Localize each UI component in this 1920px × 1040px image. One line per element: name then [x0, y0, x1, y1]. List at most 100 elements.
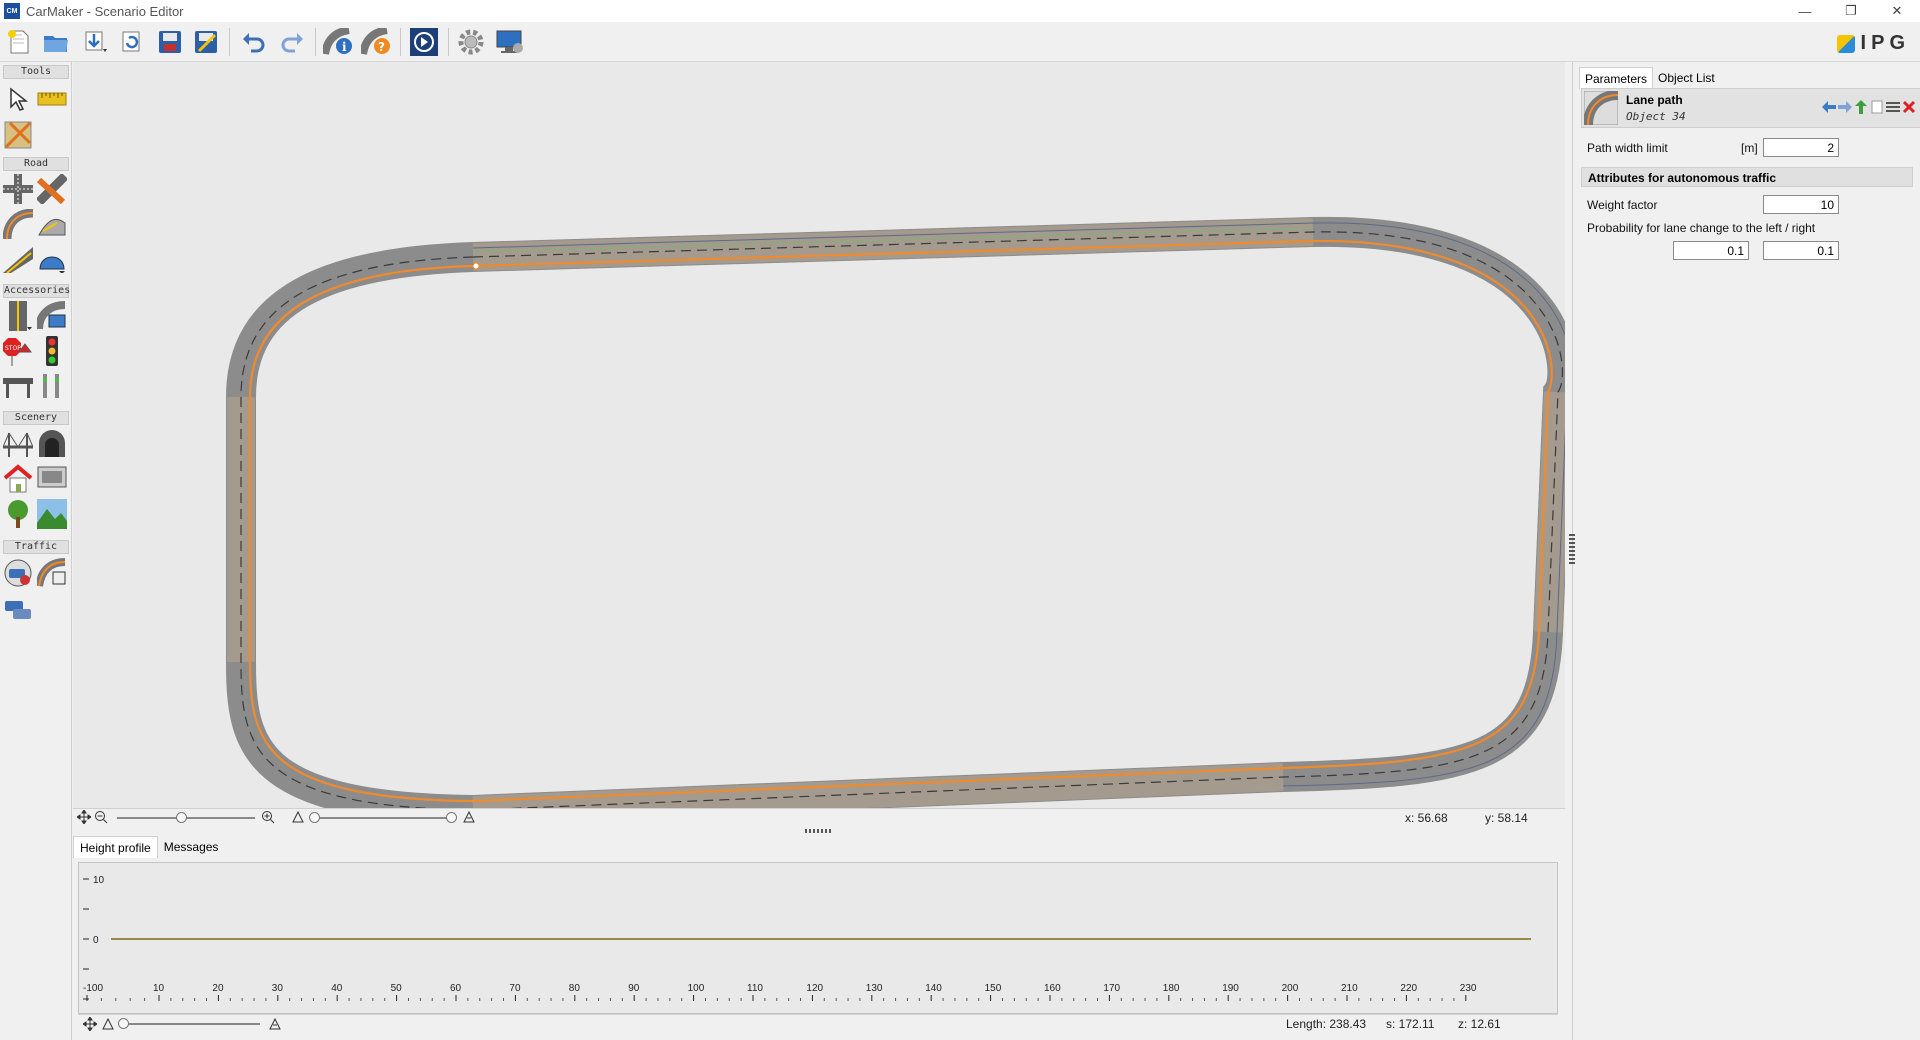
plot-scale-max-icon[interactable] [268, 1017, 282, 1034]
road-bump-icon[interactable] [36, 242, 68, 274]
lane-path-selected[interactable] [248, 239, 1553, 803]
restore-button[interactable]: ❐ [1828, 0, 1874, 22]
tab-parameters[interactable]: Parameters [1579, 67, 1654, 89]
tab-height-profile[interactable]: Height profile [73, 836, 158, 858]
billboard-icon[interactable] [36, 463, 68, 495]
display-settings-icon[interactable] [494, 27, 526, 57]
traffic-light-icon[interactable] [36, 335, 68, 367]
road-ramp-icon[interactable] [36, 208, 68, 240]
tilt-slider-knob-right[interactable] [446, 812, 457, 823]
tilt-min-icon[interactable] [291, 810, 305, 827]
panel-splitter-grip[interactable] [1569, 534, 1575, 564]
section-tools: Tools [3, 65, 69, 79]
road-info-icon[interactable]: i [322, 27, 354, 57]
weight-factor-input[interactable] [1763, 195, 1839, 214]
tilt-slider[interactable] [311, 817, 451, 819]
tab-object-list[interactable]: Object List [1653, 67, 1720, 89]
x-tick-label: 40 [331, 983, 343, 994]
tree-icon[interactable] [2, 498, 34, 530]
lane-path-thumbnail-icon [1583, 90, 1619, 126]
settings-gear-icon[interactable] [455, 27, 487, 57]
vehicle-group-icon[interactable] [2, 594, 34, 626]
lane-change-right-input[interactable] [1763, 241, 1839, 260]
zoom-slider-knob[interactable] [176, 812, 187, 823]
ruler-icon[interactable] [36, 83, 68, 115]
barrier-icon[interactable] [2, 369, 34, 401]
object-title: Lane path [1626, 93, 1683, 107]
plot-scale-slider[interactable] [120, 1023, 260, 1025]
traffic-sign-icon[interactable]: STOP [2, 335, 34, 367]
select-pointer-icon[interactable] [2, 83, 34, 115]
x-tick-label: 230 [1460, 983, 1477, 994]
road-marking-icon[interactable] [2, 300, 34, 332]
parent-object-arrow-icon[interactable] [1854, 99, 1868, 115]
road-segment-bottom[interactable] [472, 763, 1284, 808]
tunnel-icon[interactable] [36, 428, 68, 460]
prev-object-arrow-icon[interactable] [1822, 99, 1836, 115]
x-tick-label: 90 [628, 983, 640, 994]
path-width-unit: [m] [1741, 141, 1758, 155]
splitter-grip[interactable] [805, 829, 833, 833]
save-as-icon[interactable] [190, 27, 222, 57]
landscape-icon[interactable] [36, 498, 68, 530]
x-tick-label: 30 [272, 983, 284, 994]
bollard-icon[interactable] [36, 369, 68, 401]
zoom-in-icon[interactable] [261, 810, 275, 827]
delete-object-icon[interactable] [1902, 99, 1916, 115]
y-tick-label: 0 [93, 935, 99, 946]
road-network[interactable] [73, 62, 1565, 808]
save-icon[interactable] [154, 27, 186, 57]
road-crossing-icon[interactable] [36, 173, 68, 205]
house-icon[interactable] [2, 463, 34, 495]
zoom-out-icon[interactable] [94, 810, 108, 827]
road-lanes-icon[interactable] [2, 242, 34, 274]
window-title: CarMaker - Scenario Editor [26, 3, 184, 19]
map-icon[interactable] [2, 119, 34, 151]
bridge-icon[interactable] [2, 428, 34, 460]
road-curve-icon[interactable] [2, 208, 34, 240]
x-tick-label: 190 [1222, 983, 1239, 994]
new-file-icon[interactable] [3, 27, 35, 57]
pan-icon[interactable] [76, 809, 92, 827]
tab-messages[interactable]: Messages [158, 836, 225, 858]
profile-z: z: 12.61 [1458, 1017, 1501, 1031]
x-tick-label: 10 [153, 983, 165, 994]
open-folder-icon[interactable] [40, 27, 72, 57]
section-traffic: Traffic [3, 540, 69, 554]
play-icon[interactable] [408, 27, 440, 57]
lane-edge-outer [472, 222, 1565, 787]
redo-icon[interactable] [276, 27, 308, 57]
minimize-button[interactable]: — [1782, 0, 1828, 22]
x-tick-label: 170 [1103, 983, 1120, 994]
reload-icon[interactable] [116, 27, 148, 57]
junction-icon[interactable] [2, 173, 34, 205]
undo-icon[interactable] [238, 27, 270, 57]
route-icon[interactable] [36, 557, 68, 589]
path-width-input[interactable] [1763, 138, 1839, 157]
weight-factor-label: Weight factor [1587, 198, 1658, 212]
scenario-canvas[interactable] [73, 62, 1565, 808]
import-icon[interactable] [80, 27, 112, 57]
lane-path-start-marker[interactable] [472, 262, 480, 270]
x-tick-label: 110 [747, 983, 763, 994]
road-object-icon[interactable] [36, 300, 68, 332]
close-button[interactable]: ✕ [1874, 0, 1920, 22]
main-toolbar: i ? IPG [0, 22, 1920, 62]
plot-scale-knob[interactable] [118, 1018, 129, 1029]
plot-pan-icon[interactable] [82, 1016, 98, 1034]
menu-list-icon[interactable] [1886, 99, 1900, 115]
profile-s: s: 172.11 [1386, 1017, 1435, 1031]
road-surface[interactable] [226, 216, 1565, 808]
plot-scale-min-icon[interactable] [101, 1017, 115, 1034]
road-check-icon[interactable]: ? [360, 27, 392, 57]
traffic-object-icon[interactable] [2, 557, 34, 589]
copy-object-icon[interactable] [1870, 99, 1884, 115]
tilt-slider-knob-left[interactable] [309, 812, 320, 823]
height-profile-plot[interactable]: 10 0 -100 10 20 30 40 50 60 70 80 90 100 110 120 130 1… [78, 862, 1558, 1014]
lane-change-left-input[interactable] [1673, 241, 1749, 260]
next-object-arrow-icon[interactable] [1838, 99, 1852, 115]
title-bar: CM CarMaker - Scenario Editor — ❐ ✕ [0, 0, 1920, 22]
y-tick-label: 10 [93, 875, 105, 886]
center-line [240, 231, 1563, 808]
tilt-max-icon[interactable] [462, 810, 476, 827]
